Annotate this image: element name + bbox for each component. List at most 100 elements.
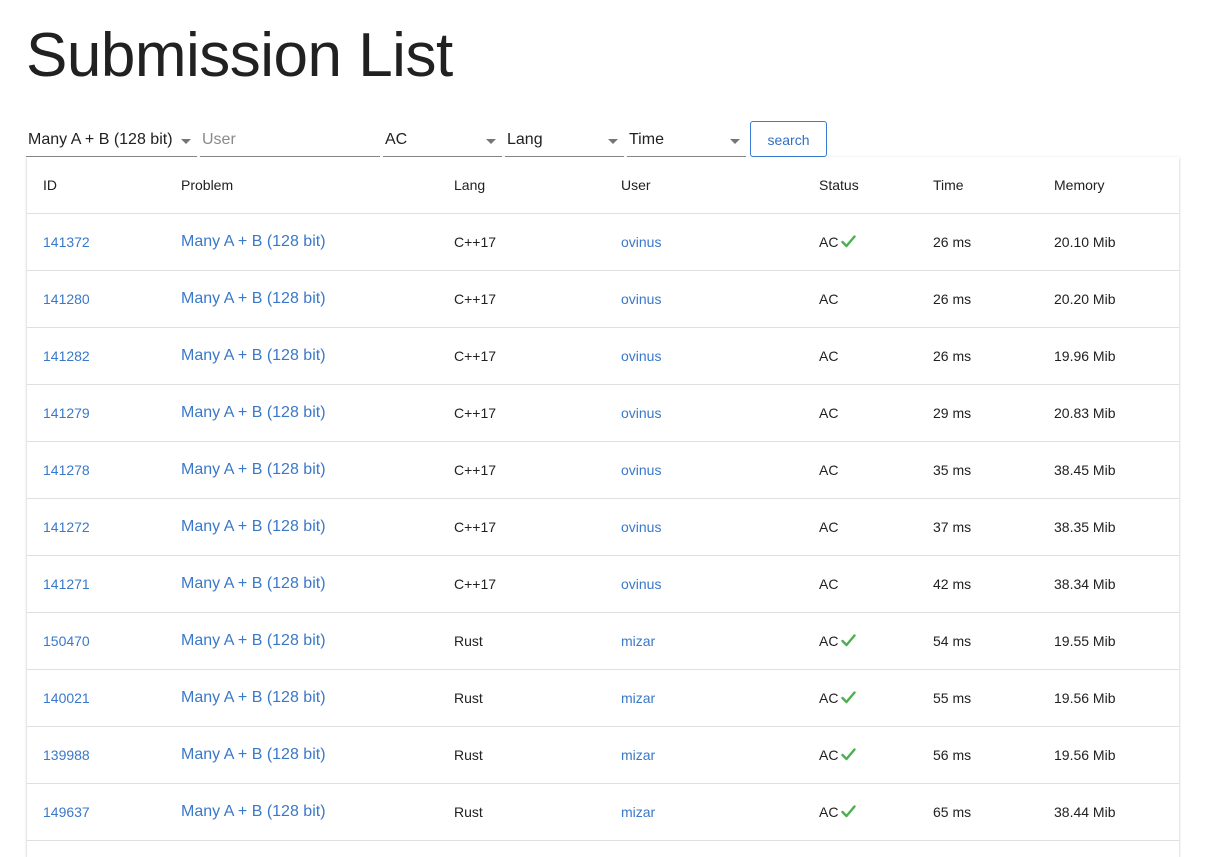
submission-id-link[interactable]: 141282 — [43, 348, 90, 364]
time-cell: 26 ms — [933, 213, 1054, 271]
time-select[interactable]: Time — [627, 123, 746, 157]
lang-cell: C++17 — [454, 384, 621, 442]
time-cell: 65 ms — [933, 783, 1054, 841]
user-link[interactable]: ovinus — [621, 576, 661, 592]
problem-cell: Many A + B (128 bit) — [181, 726, 454, 784]
memory-cell: 19.56 Mib — [1054, 669, 1179, 727]
problem-link[interactable]: Many A + B (128 bit) — [181, 746, 326, 763]
status-cell: AC — [819, 498, 933, 556]
check-icon — [841, 747, 857, 764]
problem-cell: Many A + B (128 bit) — [181, 270, 454, 328]
chevron-down-icon — [181, 139, 191, 144]
user-link[interactable]: ovinus — [621, 291, 661, 307]
lang-cell: C++17 — [454, 441, 621, 499]
status-cell: AC — [819, 384, 933, 442]
problem-link[interactable]: Many A + B (128 bit) — [181, 518, 326, 535]
user-link[interactable]: ovinus — [621, 462, 661, 478]
user-input[interactable]: User — [200, 123, 380, 157]
problem-select[interactable]: Many A + B (128 bit) — [26, 123, 197, 157]
lang-cell: C++17 — [454, 327, 621, 385]
lang-cell: Rust — [454, 726, 621, 784]
status-cell: AC — [819, 612, 933, 670]
user-link[interactable]: mizar — [621, 633, 655, 649]
user-cell: ovinus — [621, 270, 819, 328]
id-cell: 140021 — [27, 669, 181, 727]
user-cell: ovinus — [621, 498, 819, 556]
lang-select[interactable]: Lang — [505, 123, 624, 157]
table-row: 141272 Many A + B (128 bit) C++17 ovinus AC 3… — [27, 498, 1179, 556]
user-cell: mizar — [621, 669, 819, 727]
submission-id-link[interactable]: 141271 — [43, 576, 90, 592]
submission-id-link[interactable]: 150470 — [43, 633, 90, 649]
problem-link[interactable]: Many A + B (128 bit) — [181, 689, 326, 706]
submission-id-link[interactable]: 141372 — [43, 234, 90, 250]
table-row: 141278 Many A + B (128 bit) C++17 ovinus AC 3… — [27, 441, 1179, 499]
submission-id-link[interactable]: 141279 — [43, 405, 90, 421]
submission-id-link[interactable]: 141280 — [43, 291, 90, 307]
check-icon — [841, 804, 857, 821]
table-row: 141282 Many A + B (128 bit) C++17 ovinus AC 2… — [27, 327, 1179, 385]
page-title: Submission List — [26, 21, 453, 90]
time-cell: 26 ms — [933, 327, 1054, 385]
memory-cell: 19.56 Mib — [1054, 726, 1179, 784]
problem-link[interactable]: Many A + B (128 bit) — [181, 347, 326, 364]
problem-link[interactable]: Many A + B (128 bit) — [181, 404, 326, 421]
submission-id-link[interactable]: 141278 — [43, 462, 90, 478]
time-cell: 55 ms — [933, 669, 1054, 727]
user-cell: mizar — [621, 726, 819, 784]
column-header-memory: Memory — [1054, 157, 1179, 214]
chevron-down-icon — [608, 139, 618, 144]
lang-cell: Rust — [454, 783, 621, 841]
status-text: AC — [819, 348, 839, 364]
problem-cell: Many A + B (128 bit) — [181, 783, 454, 841]
filter-bar: Many A + B (128 bit) User AC Lang Time — [26, 121, 749, 157]
submission-id-link[interactable]: 139988 — [43, 747, 90, 763]
id-cell: 141279 — [27, 384, 181, 442]
memory-cell: 20.10 Mib — [1054, 213, 1179, 271]
user-cell: mizar — [621, 612, 819, 670]
problem-link[interactable]: Many A + B (128 bit) — [181, 233, 326, 250]
status-text: AC — [819, 233, 839, 250]
submission-table-card: ID Problem Lang User Status Time Memory … — [27, 157, 1179, 857]
user-link[interactable]: ovinus — [621, 348, 661, 364]
time-cell: 35 ms — [933, 441, 1054, 499]
problem-cell: Many A + B (128 bit) — [181, 213, 454, 271]
user-cell: mizar — [621, 783, 819, 841]
lang-cell: C++17 — [454, 555, 621, 613]
user-link[interactable]: mizar — [621, 804, 655, 820]
user-link[interactable]: ovinus — [621, 234, 661, 250]
user-link[interactable]: mizar — [621, 690, 655, 706]
status-cell: AC — [819, 555, 933, 613]
problem-select-value: Many A + B (128 bit) — [28, 131, 173, 148]
user-link[interactable]: ovinus — [621, 519, 661, 535]
user-link[interactable]: ovinus — [621, 405, 661, 421]
id-cell: 141272 — [27, 498, 181, 556]
status-text: AC — [819, 519, 839, 535]
user-input-placeholder: User — [202, 131, 236, 148]
problem-link[interactable]: Many A + B (128 bit) — [181, 575, 326, 592]
column-header-problem: Problem — [181, 157, 454, 214]
time-select-placeholder: Time — [629, 131, 664, 148]
problem-link[interactable]: Many A + B (128 bit) — [181, 632, 326, 649]
id-cell: 141372 — [27, 213, 181, 271]
time-cell: 29 ms — [933, 384, 1054, 442]
search-button[interactable]: search — [750, 121, 827, 157]
problem-link[interactable]: Many A + B (128 bit) — [181, 803, 326, 820]
time-cell: 54 ms — [933, 612, 1054, 670]
submission-id-link[interactable]: 140021 — [43, 690, 90, 706]
problem-link[interactable]: Many A + B (128 bit) — [181, 290, 326, 307]
problem-link[interactable]: Many A + B (128 bit) — [181, 461, 326, 478]
memory-cell: 38.45 Mib — [1054, 441, 1179, 499]
submission-id-link[interactable]: 141272 — [43, 519, 90, 535]
id-cell: 150470 — [27, 612, 181, 670]
user-link[interactable]: mizar — [621, 747, 655, 763]
column-header-user: User — [621, 157, 819, 214]
submission-id-link[interactable]: 149637 — [43, 804, 90, 820]
lang-cell: Rust — [454, 612, 621, 670]
memory-cell: 38.34 Mib — [1054, 555, 1179, 613]
table-row: 150470 Many A + B (128 bit) Rust mizar AC 54 … — [27, 612, 1179, 670]
user-cell: ovinus — [621, 384, 819, 442]
table-header-row: ID Problem Lang User Status Time Memory — [27, 157, 1179, 214]
status-select[interactable]: AC — [383, 123, 502, 157]
lang-cell: C++17 — [454, 213, 621, 271]
